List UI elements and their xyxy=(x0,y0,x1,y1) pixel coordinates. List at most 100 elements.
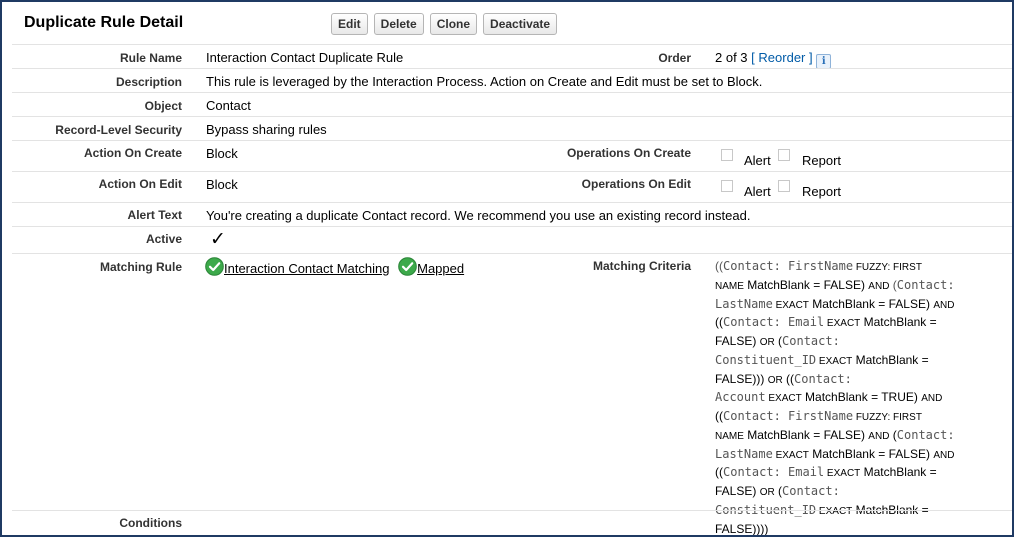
criteria-segment: ( xyxy=(889,277,897,292)
criteria-segment: ( xyxy=(889,427,897,442)
reorder-bracket-open: [ xyxy=(751,50,755,65)
conditions-label: Conditions xyxy=(119,516,182,530)
criteria-segment: MatchBlank = xyxy=(852,352,929,367)
criteria-segment: OR xyxy=(759,337,775,348)
criteria-segment: (( xyxy=(715,315,723,330)
duplicate-rule-detail-panel: Duplicate Rule Detail Edit Delete Clone … xyxy=(0,0,1014,537)
deactivate-button[interactable]: Deactivate xyxy=(483,13,558,35)
order-value: 2 of 3 xyxy=(715,50,748,65)
criteria-segment: MatchBlank = TRUE) xyxy=(801,390,922,405)
create-alert-label: Alert xyxy=(744,153,771,168)
matching-rule-row: Matching Rule Interaction Contact Matchi… xyxy=(12,253,1012,535)
criteria-line: FALSE) OR (Contact: xyxy=(715,483,1005,502)
record-security-row: Record-Level Security Bypass sharing rul… xyxy=(12,116,1012,141)
criteria-segment: Contact: xyxy=(896,427,955,442)
order-field: 2 of 3 [ Reorder ] i xyxy=(715,50,832,69)
criteria-line: Constituent_ID EXACT MatchBlank = xyxy=(715,352,1005,371)
edit-report-checkbox xyxy=(778,180,790,192)
object-label: Object xyxy=(144,99,182,113)
record-security-label: Record-Level Security xyxy=(55,123,182,137)
matching-criteria-value: ((Contact: FirstName FUZZY: FIRST NAME Ma… xyxy=(715,258,1005,535)
criteria-line: ((Contact: FirstName FUZZY: FIRST xyxy=(715,258,1005,277)
criteria-segment: (( xyxy=(782,371,795,386)
action-on-create-label: Action On Create xyxy=(83,146,182,160)
detail-button-bar: Edit Delete Clone Deactivate xyxy=(331,13,558,35)
criteria-segment: FALSE) xyxy=(715,334,760,348)
criteria-segment: EXACT xyxy=(824,468,861,480)
create-report-label: Report xyxy=(802,153,842,168)
reorder-link[interactable]: Reorder xyxy=(758,50,805,65)
criteria-segment: FALSE))) xyxy=(715,371,768,386)
criteria-segment: EXACT xyxy=(772,449,809,461)
criteria-line: NAME MatchBlank = FALSE) AND (Contact: xyxy=(715,427,1005,446)
criteria-segment: AND xyxy=(933,449,955,461)
criteria-segment: Contact: FirstName xyxy=(723,409,854,423)
criteria-line: LastName EXACT MatchBlank = FALSE) AND xyxy=(715,446,1005,465)
action-on-edit-label: Action On Edit xyxy=(98,177,182,191)
criteria-segment: MatchBlank = FALSE) xyxy=(808,296,934,311)
operations-on-edit-label: Operations On Edit xyxy=(581,177,691,191)
criteria-segment: Contact: xyxy=(794,371,852,386)
criteria-segment: (( xyxy=(715,465,723,480)
criteria-segment: LastName xyxy=(715,296,773,311)
criteria-segment: Account xyxy=(715,390,766,405)
page-title: Duplicate Rule Detail xyxy=(24,14,184,31)
criteria-line: ((Contact: Email EXACT MatchBlank = xyxy=(715,464,1005,483)
order-label: Order xyxy=(658,51,691,65)
criteria-segment: AND xyxy=(921,393,943,405)
rule-name-value: Interaction Contact Duplicate Rule xyxy=(206,50,404,65)
criteria-segment: MatchBlank = xyxy=(860,315,937,330)
action-on-edit-row: Action On Edit Block Operations On Edit … xyxy=(12,171,1012,203)
criteria-segment: Contact: xyxy=(782,334,840,348)
criteria-segment: OR xyxy=(767,374,783,386)
active-checkmark-icon: ✓ xyxy=(210,229,226,250)
criteria-segment: LastName xyxy=(715,446,773,461)
edit-button[interactable]: Edit xyxy=(331,13,368,35)
action-on-create-row: Action On Create Block Operations On Cre… xyxy=(12,140,1012,172)
criteria-line: ((Contact: Email EXACT MatchBlank = xyxy=(715,314,1005,333)
criteria-segment: MatchBlank = FALSE) xyxy=(743,427,869,442)
criteria-segment: AND xyxy=(868,280,890,292)
object-value: Contact xyxy=(206,98,251,113)
edit-alert-label: Alert xyxy=(744,184,771,199)
criteria-segment: OR xyxy=(759,487,775,498)
matching-rule-label: Matching Rule xyxy=(99,260,182,274)
criteria-segment: (( xyxy=(715,259,723,273)
alert-text-row: Alert Text You're creating a duplicate C… xyxy=(12,202,1012,227)
criteria-segment: Constituent_ID xyxy=(715,352,817,367)
action-on-edit-value: Block xyxy=(206,177,238,192)
info-icon[interactable]: i xyxy=(816,54,832,69)
rule-name-label: Rule Name xyxy=(119,51,182,65)
clone-button[interactable]: Clone xyxy=(429,13,478,35)
matching-criteria-label: Matching Criteria xyxy=(592,259,691,273)
criteria-line: LastName EXACT MatchBlank = FALSE) AND xyxy=(715,296,1005,315)
edit-report-label: Report xyxy=(802,184,842,199)
green-check-circle-icon xyxy=(205,257,224,276)
active-label: Active xyxy=(145,232,182,246)
delete-button[interactable]: Delete xyxy=(373,13,424,35)
criteria-segment: Contact: Email xyxy=(723,315,825,330)
conditions-row: Conditions xyxy=(12,510,1012,535)
criteria-segment: Contact: FirstName xyxy=(723,259,854,273)
criteria-line: NAME MatchBlank = FALSE) AND (Contact: xyxy=(715,277,1005,296)
object-row: Object Contact xyxy=(12,92,1012,117)
create-alert-checkbox xyxy=(721,149,733,161)
criteria-segment: EXACT xyxy=(772,299,809,311)
matching-rule-link[interactable]: Interaction Contact Matching xyxy=(224,261,389,276)
criteria-segment: ( xyxy=(774,484,783,498)
reorder-bracket-close: ] xyxy=(809,50,813,65)
criteria-segment: (( xyxy=(715,409,723,423)
criteria-segment: MatchBlank = FALSE) xyxy=(808,446,934,461)
criteria-segment: EXACT xyxy=(765,393,802,405)
criteria-segment: EXACT xyxy=(816,355,853,367)
criteria-segment: FALSE) xyxy=(715,484,760,498)
description-row: Description This rule is leveraged by th… xyxy=(12,68,1012,93)
criteria-segment: NAME xyxy=(715,280,744,292)
criteria-segment: EXACT xyxy=(824,318,861,330)
criteria-line: ((Contact: FirstName FUZZY: FIRST xyxy=(715,408,1005,427)
criteria-segment: Contact: xyxy=(782,484,840,498)
criteria-line: FALSE) OR (Contact: xyxy=(715,333,1005,352)
alert-text-label: Alert Text xyxy=(127,208,182,222)
description-label: Description xyxy=(115,75,182,89)
create-report-checkbox xyxy=(778,149,790,161)
